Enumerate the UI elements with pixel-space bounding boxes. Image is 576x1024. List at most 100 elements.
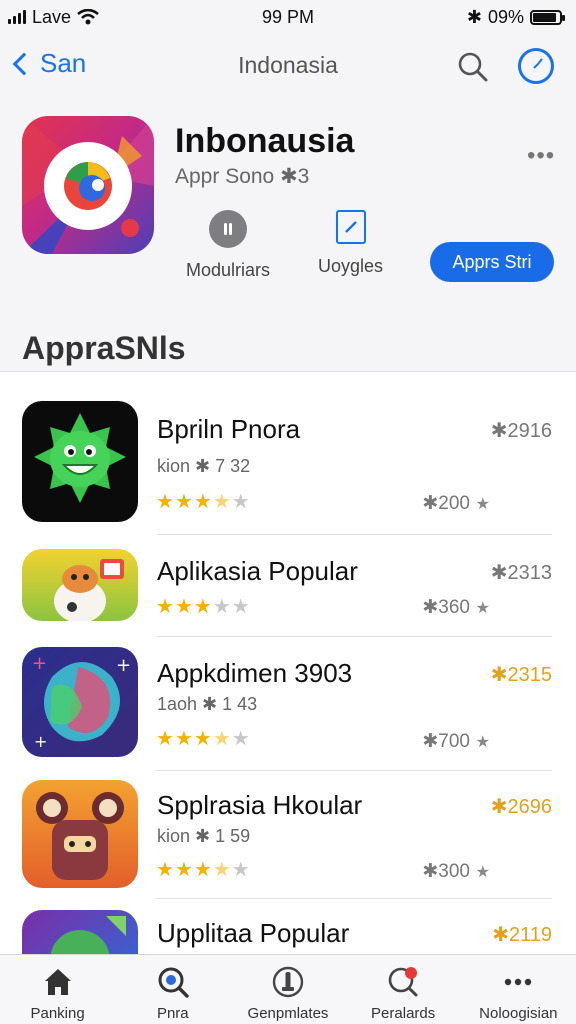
- tab-label: Peralards: [371, 1005, 436, 1022]
- carrier-label: Lave: [32, 6, 72, 27]
- star-icon: ★: [174, 859, 194, 881]
- tab-label: Panking: [30, 1005, 85, 1022]
- section-title: AppraSNls: [22, 330, 186, 366]
- item-subtitle: kion ✱ 7 32: [157, 456, 251, 476]
- star-icon: ★: [193, 728, 213, 750]
- rating-stars: ★★★★★: [156, 857, 251, 882]
- tab-more[interactable]: Noloogisian: [461, 955, 576, 1022]
- status-bar: Lave 99 PM ✱ 09%: [0, 0, 576, 34]
- apps-icon: [272, 966, 304, 998]
- meta-item-info[interactable]: Modulriars: [186, 210, 270, 281]
- star-icon: ★: [193, 859, 213, 881]
- list-item[interactable]: Spplrasia Hkoular kion ✱ 1 59 ✱2696 ★★★★…: [0, 780, 576, 890]
- list-item[interactable]: + + + Appkdimen 3903 1aoh ✱ 1 43 ✱2315 ★…: [0, 646, 576, 758]
- star-icon: ★: [475, 496, 490, 513]
- tab-label: Pnra: [156, 1005, 189, 1022]
- item-title: Aplikasia Popular: [157, 556, 358, 586]
- tab-apps[interactable]: Genpmlates: [230, 955, 345, 1022]
- item-subtitle: 1aoh ✱ 1 43: [157, 694, 258, 714]
- search-icon: [158, 967, 189, 998]
- character-app-icon: [22, 549, 138, 621]
- star-icon: ★: [193, 491, 213, 513]
- item-title: Appkdimen 3903: [157, 658, 353, 688]
- robot-app-icon: [22, 780, 138, 888]
- search-icon[interactable]: [456, 50, 490, 84]
- star-icon: ★: [212, 491, 232, 513]
- info-circle-icon: [209, 210, 248, 248]
- status-right: ✱ 09%: [466, 6, 565, 28]
- star-icon: ★: [212, 728, 232, 750]
- tab-label: Noloogisian: [479, 1005, 558, 1022]
- status-time: 99 PM: [261, 6, 315, 27]
- divider: [157, 534, 552, 535]
- star-icon: ★: [475, 734, 490, 751]
- star-icon: ★: [156, 728, 175, 750]
- star-icon: ★: [475, 864, 490, 881]
- star-icon: ★: [231, 491, 251, 513]
- status-left: Lave: [8, 7, 99, 28]
- battery-icon: [530, 9, 565, 25]
- rating-stars: ★★★★★: [156, 489, 251, 514]
- tab-label: Genpmlates: [247, 1005, 329, 1022]
- list-item[interactable]: Aplikasia Popular ✱2313 ★★★★★ ✱360 ★: [0, 548, 576, 624]
- divider: [157, 898, 552, 899]
- bluetooth-icon: ✱: [466, 6, 482, 27]
- app-icon[interactable]: [22, 116, 154, 254]
- abstract-app-icon: + + +: [22, 647, 138, 757]
- item-count: ✱300: [422, 861, 470, 882]
- star-icon: ★: [174, 728, 194, 750]
- star-icon: ★: [174, 491, 194, 513]
- list-item[interactable]: Bpriln Pnora kion ✱ 7 32 ✱2916 ★★★★★ ✱20…: [0, 400, 576, 524]
- item-rank: ✱2696: [490, 796, 552, 818]
- compass-icon: [530, 58, 543, 72]
- meta-label-info: Modulriars: [186, 260, 271, 280]
- star-icon: ★: [193, 596, 213, 618]
- svg-text:+: +: [34, 732, 47, 751]
- item-rank: ✱2916: [490, 420, 552, 442]
- star-icon: ★: [156, 596, 175, 618]
- monster-app-icon: [22, 401, 138, 522]
- wifi-icon: [77, 9, 99, 25]
- svg-text:+: +: [32, 653, 47, 674]
- compass-button[interactable]: [518, 48, 554, 84]
- star-icon: ★: [174, 596, 194, 618]
- get-button[interactable]: Apprs Stri: [430, 242, 554, 282]
- item-title: Bpriln Pnora: [157, 414, 301, 444]
- battery-fill: [533, 12, 557, 22]
- signal-icon: [8, 10, 26, 24]
- notification-icon: [388, 967, 418, 997]
- item-title: Upplitaa Popular: [157, 918, 350, 948]
- app-subtitle: Appr Sono ✱3: [175, 165, 310, 188]
- star-icon: ★: [156, 491, 175, 513]
- header-area: San Indonasia Inbonausia Appr Sono ✱3 ••…: [0, 34, 576, 372]
- item-rank: ✱2119: [492, 924, 552, 946]
- edit-square-icon: [335, 210, 366, 244]
- app-logo-graphic: [22, 116, 154, 254]
- meta-item-edit[interactable]: Uoygles: [318, 210, 383, 277]
- more-icon: [505, 978, 532, 986]
- tab-updates[interactable]: Peralards: [346, 955, 461, 1022]
- tab-bar: Panking Pnra Genpmlates Peralards Noloog…: [0, 954, 576, 1024]
- more-icon[interactable]: •••: [527, 142, 555, 170]
- star-icon: ★: [156, 859, 175, 881]
- tab-ranking[interactable]: Panking: [0, 955, 115, 1022]
- nav-bar: San Indonasia: [0, 34, 576, 98]
- rating-stars: ★★★★★: [156, 726, 251, 751]
- star-icon: ★: [475, 600, 490, 617]
- game-app-icon: [22, 910, 138, 954]
- star-icon: ★: [212, 596, 232, 618]
- tab-search[interactable]: Pnra: [115, 955, 230, 1022]
- star-icon: ★: [231, 728, 251, 750]
- app-title: Inbonausia: [175, 122, 355, 160]
- home-icon: [44, 969, 71, 995]
- list-item[interactable]: Upplitaa Popular ✱2119: [0, 908, 576, 954]
- item-count: ✱200: [422, 493, 470, 514]
- item-title: Spplrasia Hkoular: [157, 790, 363, 820]
- divider: [157, 770, 552, 771]
- rating-stars: ★★★★★: [156, 594, 251, 619]
- svg-text:+: +: [116, 655, 131, 676]
- item-rank: ✱2313: [490, 562, 552, 584]
- battery-percent: 09%: [487, 6, 524, 27]
- item-subtitle: kion ✱ 1 59: [157, 826, 251, 846]
- meta-label-edit: Uoygles: [318, 256, 384, 276]
